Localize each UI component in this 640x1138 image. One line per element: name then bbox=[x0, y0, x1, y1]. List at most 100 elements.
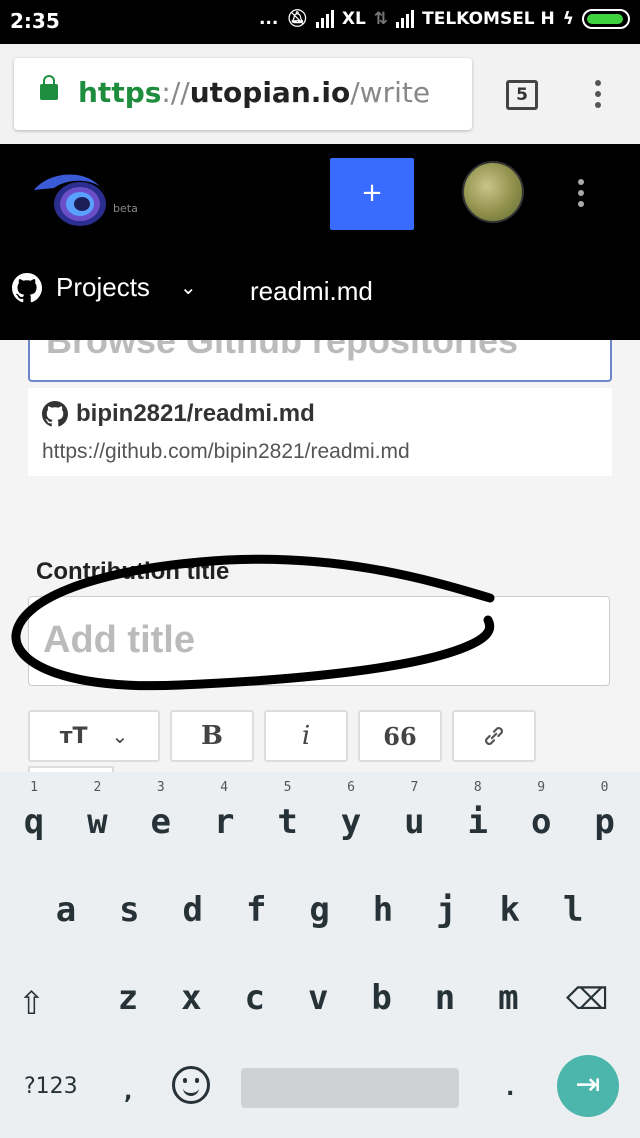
signal-icon-2 bbox=[396, 10, 415, 28]
backspace-key[interactable]: ⌫ bbox=[566, 982, 608, 1017]
key-o[interactable]: 9o bbox=[511, 780, 571, 842]
key-q[interactable]: 1q bbox=[4, 780, 64, 842]
symbols-key[interactable]: ?123 bbox=[24, 1074, 78, 1099]
key-label: h bbox=[372, 890, 394, 930]
carrier-1: XL bbox=[341, 9, 366, 29]
notification-dots: ... bbox=[258, 9, 279, 29]
key-t[interactable]: 5t bbox=[258, 780, 318, 842]
bold-button[interactable]: B bbox=[170, 710, 254, 762]
spacebar-key[interactable] bbox=[241, 1068, 459, 1108]
key-label: c bbox=[244, 978, 266, 1018]
key-j[interactable]: j bbox=[416, 890, 476, 930]
italic-icon: i bbox=[301, 721, 311, 751]
quote-button[interactable]: 66 bbox=[358, 710, 442, 762]
key-m[interactable]: m bbox=[478, 978, 538, 1018]
key-z[interactable]: z bbox=[98, 978, 158, 1018]
carrier-2: TELKOMSEL H bbox=[422, 9, 555, 29]
key-e[interactable]: 3e bbox=[131, 780, 191, 842]
url-host: utopian.io bbox=[189, 76, 351, 109]
key-k[interactable]: k bbox=[480, 890, 540, 930]
key-label: z bbox=[117, 978, 139, 1018]
url-scheme: https bbox=[78, 76, 162, 109]
key-p[interactable]: 0p bbox=[575, 780, 635, 842]
next-arrow-icon: ⇥ bbox=[575, 1067, 601, 1102]
avatar[interactable] bbox=[462, 161, 524, 223]
key-label: k bbox=[499, 890, 521, 930]
title-placeholder: Add title bbox=[43, 619, 195, 661]
browser-menu-icon[interactable] bbox=[595, 80, 601, 108]
url-text[interactable]: https://utopian.io/write bbox=[78, 76, 430, 109]
bold-icon: B bbox=[201, 721, 223, 751]
link-icon bbox=[485, 727, 503, 745]
key-label: w bbox=[87, 802, 108, 842]
key-x[interactable]: x bbox=[161, 978, 221, 1018]
key-hint: 1 bbox=[30, 780, 38, 795]
key-y[interactable]: 6y bbox=[321, 780, 381, 842]
key-label: b bbox=[371, 978, 392, 1018]
status-bar: 2:35 ... 🔕︎ XL ⇅ TELKOMSEL H ϟ bbox=[0, 0, 640, 44]
key-f[interactable]: f bbox=[226, 890, 286, 930]
key-i[interactable]: 8i bbox=[448, 780, 508, 842]
key-label: a bbox=[55, 890, 77, 930]
key-h[interactable]: h bbox=[353, 890, 413, 930]
new-contribution-button[interactable]: + bbox=[330, 158, 414, 230]
status-icons: ... 🔕︎ XL ⇅ TELKOMSEL H ϟ bbox=[259, 9, 630, 29]
editor-toolbar: тТ ⌄ B i 66 bbox=[28, 710, 536, 762]
key-l[interactable]: l bbox=[543, 890, 603, 930]
browser-toolbar: https://utopian.io/write 5 bbox=[0, 44, 640, 144]
key-s[interactable]: s bbox=[99, 890, 159, 930]
key-label: f bbox=[245, 890, 267, 930]
address-bar[interactable]: https://utopian.io/write bbox=[14, 58, 472, 130]
url-separator: :// bbox=[161, 76, 190, 109]
key-u[interactable]: 7u bbox=[384, 780, 444, 842]
next-key[interactable]: ⇥ bbox=[557, 1055, 619, 1117]
repo-name-text: bipin2821/readmi.md bbox=[76, 400, 315, 427]
repo-search-input[interactable]: Browse Github repositories bbox=[28, 340, 612, 382]
tab-switcher-button[interactable]: 5 bbox=[506, 80, 538, 110]
key-hint: 8 bbox=[473, 780, 482, 795]
key-label: n bbox=[434, 978, 456, 1018]
key-c[interactable]: c bbox=[225, 978, 285, 1018]
link-button[interactable] bbox=[452, 710, 536, 762]
emoji-icon[interactable] bbox=[172, 1066, 210, 1104]
contribution-title-label: Contribution title bbox=[36, 558, 230, 585]
key-b[interactable]: b bbox=[352, 978, 412, 1018]
key-r[interactable]: 4r bbox=[194, 780, 254, 842]
repo-search-placeholder: Browse Github repositories bbox=[46, 340, 519, 361]
key-label: q bbox=[23, 802, 45, 842]
heading-icon: тТ bbox=[59, 723, 88, 749]
github-icon bbox=[12, 272, 42, 302]
signal-icon bbox=[315, 10, 334, 28]
utopian-logo[interactable] bbox=[30, 170, 108, 230]
status-time: 2:35 bbox=[10, 9, 60, 33]
italic-button[interactable]: i bbox=[264, 710, 348, 762]
shift-key[interactable]: ⇧ bbox=[18, 984, 45, 1022]
projects-dropdown[interactable]: Projects ⌄ bbox=[12, 272, 197, 303]
key-v[interactable]: v bbox=[288, 978, 348, 1018]
key-d[interactable]: d bbox=[163, 890, 223, 930]
key-label: v bbox=[307, 978, 329, 1018]
key-hint: 7 bbox=[410, 780, 419, 795]
key-n[interactable]: n bbox=[415, 978, 475, 1018]
key-label: o bbox=[530, 802, 552, 842]
comma-key[interactable]: , bbox=[124, 1080, 132, 1105]
app-menu-icon[interactable] bbox=[578, 179, 584, 207]
tab-repo[interactable]: readmi.md bbox=[250, 276, 373, 307]
mute-icon: 🔕︎ bbox=[286, 9, 308, 29]
key-label: s bbox=[119, 890, 140, 930]
period-key[interactable]: . bbox=[506, 1076, 514, 1101]
repo-result-item[interactable]: bipin2821/readmi.md https://github.com/b… bbox=[28, 388, 612, 476]
data-arrows-icon: ⇅ bbox=[373, 9, 389, 29]
key-hint: 3 bbox=[156, 780, 165, 795]
key-hint: 0 bbox=[600, 780, 609, 795]
heading-button[interactable]: тТ ⌄ bbox=[28, 710, 160, 762]
app-header: beta + Projects ⌄ readmi.md bbox=[0, 144, 640, 340]
title-input[interactable]: Add title bbox=[28, 596, 610, 686]
key-w[interactable]: 2w bbox=[67, 780, 127, 842]
projects-label: Projects bbox=[56, 272, 150, 302]
key-hint: 6 bbox=[347, 780, 355, 795]
key-g[interactable]: g bbox=[290, 890, 350, 930]
key-a[interactable]: a bbox=[36, 890, 96, 930]
key-hint: 4 bbox=[220, 780, 229, 795]
key-hint: 9 bbox=[537, 780, 546, 795]
